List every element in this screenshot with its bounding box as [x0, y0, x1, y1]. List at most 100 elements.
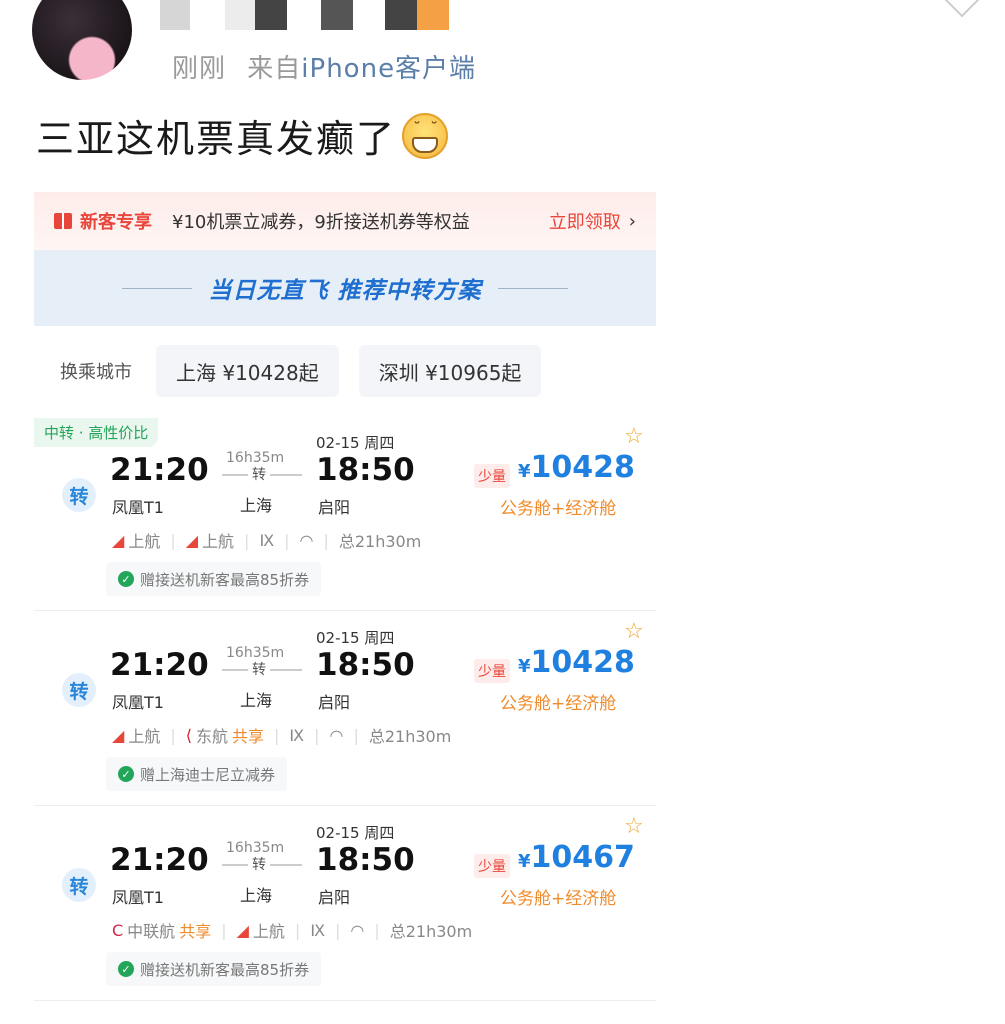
china-eastern-logo-icon: ⟨ [185, 725, 192, 745]
divider [122, 287, 193, 289]
transfer-icon: 转 [62, 673, 96, 707]
departure-time: 21:20 [110, 452, 209, 488]
transfer-mark: 转 [248, 854, 270, 874]
star-outline-icon[interactable]: ☆ [624, 814, 644, 839]
airline-name: 上航 [202, 532, 235, 551]
cabin-class: 公务舱+经济舱 [500, 889, 617, 909]
promo-claim-link[interactable]: 立即领取 [549, 208, 621, 234]
arrival-date: 02-15 周四 [316, 824, 395, 842]
flight-card[interactable]: 转 21:20 凤凰T1 16h35m 转 上海 02-15 周四 18:50 … [34, 806, 656, 1001]
arrival-time: 18:50 [316, 842, 415, 878]
airline-name: 中联航 [127, 922, 176, 941]
price: ¥10428 [518, 645, 635, 680]
codeshare-label: 共享 [179, 922, 212, 941]
username-censored[interactable] [160, 0, 449, 30]
post-body: 三亚这机票真发癫了 [36, 117, 397, 161]
transfer-chip-shenzhen[interactable]: 深圳 ¥10965起 [358, 345, 542, 397]
transfer-mark: 转 [248, 464, 270, 484]
promo-tag: 新客专享 [80, 212, 152, 233]
wifi-icon: ◠ [350, 920, 365, 940]
arrival-time: 18:50 [316, 647, 415, 683]
flight-card[interactable]: 转 21:20 凤凰T1 16h35m 转 上海 02-15 周四 18:50 … [34, 611, 656, 806]
arrival-time: 18:50 [316, 452, 415, 488]
divider: | [323, 530, 329, 550]
stock-badge: 少量 [474, 854, 510, 878]
promo-bar[interactable]: 新客专享 ¥10机票立减券，9折接送机券等权益 立即领取 › [34, 192, 656, 250]
via-city: 上海 [240, 496, 273, 515]
divider: | [221, 920, 227, 940]
departure-airport: 凤凰T1 [112, 888, 164, 907]
departure-airport: 凤凰T1 [112, 693, 164, 712]
divider: | [244, 530, 250, 550]
price: ¥10467 [518, 840, 635, 875]
price-value: 10428 [530, 450, 635, 485]
post-source[interactable]: iPhone客户端 [301, 54, 476, 84]
arrival-date: 02-15 周四 [316, 629, 395, 647]
transfer-mark: 转 [248, 659, 270, 679]
arrival-airport: 启阳 [318, 693, 351, 712]
star-outline-icon[interactable]: ☆ [624, 619, 644, 644]
transfer-icon: 转 [62, 478, 96, 512]
divider: | [274, 725, 280, 745]
airline-name: 东航 [195, 727, 228, 746]
cabin-class: 公务舱+经济舱 [500, 499, 617, 519]
wifi-icon: ◠ [299, 530, 314, 550]
airline-row: ◢ 上航 | ◢ 上航 | Ⅸ | ◠ | 总21h30m [112, 528, 421, 552]
perk-text: 赠接送机新客最高85折券 [140, 960, 310, 979]
divider: | [314, 725, 320, 745]
airline-name: 上航 [128, 532, 161, 551]
divider: | [284, 530, 290, 550]
arrival-airport: 启阳 [318, 498, 351, 517]
price-value: 10428 [530, 645, 635, 680]
flight-card[interactable]: 中转 · 高性价比 转 21:20 凤凰T1 16h35m 转 上海 02-15… [34, 416, 656, 611]
divider: | [374, 920, 380, 940]
price: ¥10428 [518, 450, 635, 485]
stock-badge: 少量 [474, 464, 510, 488]
shanghai-airlines-logo-icon: ◢ [112, 725, 125, 745]
transfer-city-row: 换乘城市 上海 ¥10428起 深圳 ¥10965起 [34, 326, 656, 416]
post-text: 三亚这机票真发癫了 [36, 108, 449, 163]
no-meal-icon: Ⅸ [259, 530, 275, 550]
currency-symbol: ¥ [518, 851, 531, 872]
currency-symbol: ¥ [518, 656, 531, 677]
chevron-right-icon[interactable]: › [629, 211, 636, 232]
arrival-airport: 启阳 [318, 888, 351, 907]
divider: | [170, 530, 176, 550]
avatar[interactable] [32, 0, 132, 80]
airline-name: 上航 [252, 922, 285, 941]
transfer-chip-shanghai[interactable]: 上海 ¥10428起 [156, 345, 339, 397]
check-circle-icon: ✓ [118, 766, 134, 782]
cabin-class: 公务舱+经济舱 [500, 694, 617, 714]
airline-row: ◢ 上航 | ⟨ 东航 共享 | Ⅸ | ◠ | 总21h30m [112, 723, 451, 747]
embedded-flight-screenshot[interactable]: 新客专享 ¥10机票立减券，9折接送机券等权益 立即领取 › 当日无直飞 推荐中… [34, 192, 656, 1024]
post-from: 来自 [247, 54, 302, 84]
shanghai-airlines-logo-icon: ◢ [185, 530, 199, 550]
value-tag: 中转 · 高性价比 [34, 418, 159, 447]
stock-badge: 少量 [474, 659, 510, 683]
gift-icon [54, 213, 72, 229]
transfer-icon: 转 [62, 868, 96, 902]
currency-symbol: ¥ [518, 461, 531, 482]
china-united-logo-icon: C [112, 920, 124, 940]
departure-time: 21:20 [110, 647, 209, 683]
perk-text: 赠接送机新客最高85折券 [140, 570, 310, 589]
no-direct-banner: 当日无直飞 推荐中转方案 [34, 250, 656, 326]
departure-airport: 凤凰T1 [112, 498, 164, 517]
divider [497, 287, 568, 289]
chevron-down-icon[interactable] [943, 0, 981, 18]
arrival-date: 02-15 周四 [316, 434, 395, 452]
post-meta: 刚刚 来自iPhone客户端 [172, 48, 476, 85]
total-duration: 总21h30m [389, 922, 473, 941]
promo-desc: ¥10机票立减券，9折接送机券等权益 [172, 212, 470, 233]
via-city: 上海 [240, 886, 273, 905]
total-duration: 总21h30m [368, 727, 452, 746]
airline-name: 上航 [128, 727, 161, 746]
post-time: 刚刚 [172, 54, 227, 84]
codeshare-label: 共享 [231, 727, 264, 746]
check-circle-icon: ✓ [118, 961, 134, 977]
divider: | [353, 725, 359, 745]
star-outline-icon[interactable]: ☆ [624, 424, 644, 449]
perk-badge: ✓ 赠接送机新客最高85折券 [106, 562, 322, 596]
departure-time: 21:20 [110, 842, 209, 878]
wifi-icon: ◠ [329, 725, 344, 745]
